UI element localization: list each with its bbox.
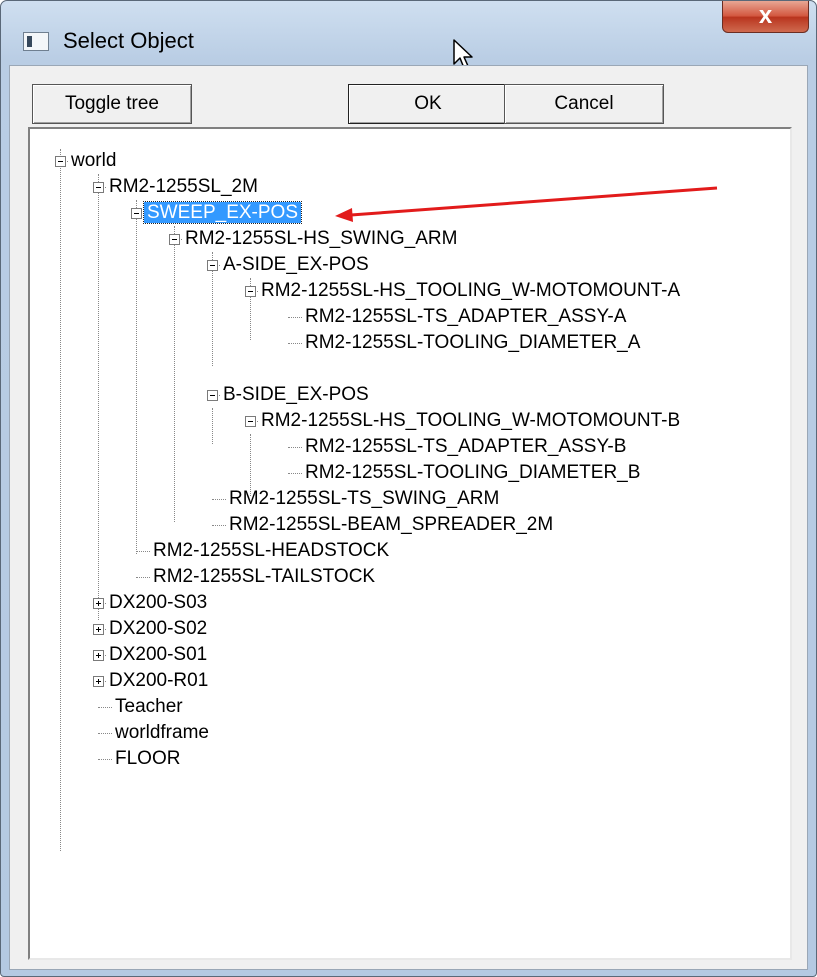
tree-node-ts-swing-arm[interactable]: RM2-1255SL-TS_SWING_ARM — [226, 486, 502, 512]
collapse-icon[interactable] — [245, 416, 256, 427]
collapse-icon[interactable] — [93, 182, 104, 193]
tree-node-hs-tooling-b[interactable]: RM2-1255SL-HS_TOOLING_W-MOTOMOUNT-B — [258, 408, 683, 434]
tree-node-b-side[interactable]: B-SIDE_EX-POS — [220, 382, 372, 408]
toggle-tree-button[interactable]: Toggle tree — [32, 84, 192, 124]
select-object-dialog: Select Object x Toggle tree OK Cancel wo… — [0, 0, 817, 977]
ok-button[interactable]: OK — [348, 84, 508, 124]
object-tree-panel[interactable]: world RM2-1255SL_2M SWEEP_EX-POS RM2-125… — [28, 127, 792, 960]
tree-node-tooling-diameter-a[interactable]: RM2-1255SL-TOOLING_DIAMETER_A — [302, 330, 643, 356]
tree-node-worldframe[interactable]: worldframe — [112, 720, 212, 746]
dialog-client-area: Toggle tree OK Cancel world RM2-1255SL_2… — [9, 65, 808, 970]
window-icon — [23, 32, 49, 51]
close-icon: x — [758, 2, 773, 29]
tree-node-headstock[interactable]: RM2-1255SL-HEADSTOCK — [150, 538, 392, 564]
collapse-icon[interactable] — [207, 390, 218, 401]
expand-icon[interactable] — [93, 624, 104, 635]
tree-node-beam-spreader[interactable]: RM2-1255SL-BEAM_SPREADER_2M — [226, 512, 556, 538]
tree-node-tooling-diameter-b[interactable]: RM2-1255SL-TOOLING_DIAMETER_B — [302, 460, 643, 486]
tree-node-a-side[interactable]: A-SIDE_EX-POS — [220, 252, 372, 278]
expand-icon[interactable] — [93, 598, 104, 609]
tree-node-dx200-s03[interactable]: DX200-S03 — [106, 590, 210, 616]
tree-node-tailstock[interactable]: RM2-1255SL-TAILSTOCK — [150, 564, 378, 590]
tree-node-world[interactable]: world — [68, 148, 119, 174]
collapse-icon[interactable] — [131, 208, 142, 219]
tree-node-teacher[interactable]: Teacher — [112, 694, 186, 720]
window-title: Select Object — [63, 28, 194, 53]
collapse-icon[interactable] — [245, 286, 256, 297]
tree-node-dx200-s01[interactable]: DX200-S01 — [106, 642, 210, 668]
tree-node-floor[interactable]: FLOOR — [112, 746, 183, 772]
expand-icon[interactable] — [93, 650, 104, 661]
tree-node-dx200-s02[interactable]: DX200-S02 — [106, 616, 210, 642]
tree-node-dx200-r01[interactable]: DX200-R01 — [106, 668, 211, 694]
tree-node-sweep-ex-pos[interactable]: SWEEP_EX-POS — [143, 200, 302, 226]
object-tree: world RM2-1255SL_2M SWEEP_EX-POS RM2-125… — [30, 129, 790, 958]
tree-node-ts-adapter-b[interactable]: RM2-1255SL-TS_ADAPTER_ASSY-B — [302, 434, 629, 460]
tree-node-ts-adapter-a[interactable]: RM2-1255SL-TS_ADAPTER_ASSY-A — [302, 304, 629, 330]
tree-node-hs-tooling-a[interactable]: RM2-1255SL-HS_TOOLING_W-MOTOMOUNT-A — [258, 278, 683, 304]
expand-icon[interactable] — [93, 676, 104, 687]
title-bar[interactable]: Select Object x — [1, 1, 816, 53]
tree-node-hs-swing-arm[interactable]: RM2-1255SL-HS_SWING_ARM — [182, 226, 460, 252]
close-button[interactable]: x — [722, 1, 809, 33]
collapse-icon[interactable] — [55, 156, 66, 167]
tree-node-rm2-root[interactable]: RM2-1255SL_2M — [106, 174, 261, 200]
collapse-icon[interactable] — [169, 234, 180, 245]
cancel-button[interactable]: Cancel — [504, 84, 664, 124]
collapse-icon[interactable] — [207, 260, 218, 271]
